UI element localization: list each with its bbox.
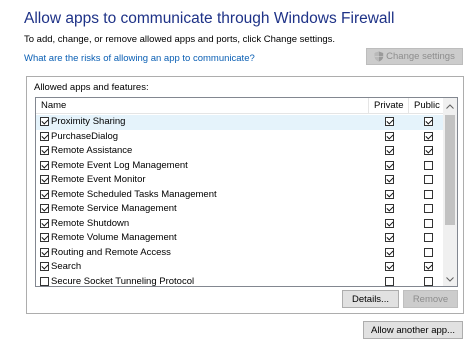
change-settings-label: Change settings — [386, 51, 455, 62]
allowed-apps-label: Allowed apps and features: — [34, 82, 149, 93]
public-checkbox[interactable] — [424, 218, 433, 228]
table-row[interactable]: Remote Event Log Management — [36, 159, 444, 174]
enabled-checkbox[interactable] — [40, 262, 49, 271]
allowed-apps-group: Allowed apps and features: Name Private … — [26, 76, 464, 314]
public-checkbox[interactable] — [424, 131, 433, 141]
table-row[interactable]: Remote Scheduled Tasks Management — [36, 188, 444, 203]
private-checkbox[interactable] — [385, 131, 394, 141]
column-header-private[interactable]: Private — [374, 98, 404, 114]
app-name: Remote Assistance — [51, 145, 133, 156]
public-checkbox[interactable] — [424, 189, 433, 199]
app-name: Remote Volume Management — [51, 232, 177, 243]
page-title: Allow apps to communicate through Window… — [24, 10, 395, 27]
app-name: Remote Shutdown — [51, 217, 130, 229]
enabled-checkbox[interactable] — [40, 117, 49, 126]
private-checkbox[interactable] — [385, 247, 394, 257]
remove-button[interactable]: Remove — [403, 290, 458, 308]
list-header: Name Private Public — [36, 98, 444, 114]
column-header-public[interactable]: Public — [414, 98, 440, 114]
vertical-scrollbar[interactable] — [443, 98, 457, 286]
page-description: To add, change, or remove allowed apps a… — [24, 34, 336, 45]
table-row[interactable]: Routing and Remote Access — [36, 246, 444, 261]
private-checkbox[interactable] — [385, 146, 394, 155]
enabled-checkbox[interactable] — [40, 189, 49, 199]
chevron-down-icon[interactable] — [443, 272, 457, 286]
app-name: Remote Scheduled Tasks Management — [51, 188, 217, 200]
enabled-checkbox[interactable] — [40, 247, 49, 257]
table-row[interactable]: Secure Socket Tunneling Protocol — [36, 275, 444, 287]
list-rows: Proximity Sharing PurchaseDialog Remote As… — [36, 115, 444, 287]
private-checkbox[interactable] — [385, 189, 394, 199]
app-name: Remote Event Log Management — [51, 159, 188, 171]
private-checkbox[interactable] — [385, 218, 394, 228]
private-checkbox[interactable] — [385, 204, 394, 213]
enabled-checkbox[interactable] — [40, 233, 49, 242]
column-divider[interactable] — [408, 98, 409, 114]
private-checkbox[interactable] — [385, 262, 394, 271]
enabled-checkbox[interactable] — [40, 218, 49, 228]
public-checkbox[interactable] — [424, 160, 433, 170]
change-settings-button[interactable]: Change settings — [366, 48, 463, 65]
table-row[interactable]: Remote Volume Management — [36, 231, 444, 246]
public-checkbox[interactable] — [424, 117, 433, 126]
risks-link[interactable]: What are the risks of allowing an app to… — [24, 53, 255, 64]
enabled-checkbox[interactable] — [40, 160, 49, 170]
app-name: Proximity Sharing — [51, 116, 126, 127]
public-checkbox[interactable] — [424, 204, 433, 213]
app-name: PurchaseDialog — [51, 130, 119, 142]
enabled-checkbox[interactable] — [40, 131, 49, 141]
enabled-checkbox[interactable] — [40, 175, 49, 184]
table-row[interactable]: PurchaseDialog — [36, 130, 444, 145]
public-checkbox[interactable] — [424, 262, 433, 271]
public-checkbox[interactable] — [424, 247, 433, 257]
column-divider[interactable] — [368, 98, 369, 114]
private-checkbox[interactable] — [385, 276, 394, 286]
app-name: Remote Service Management — [51, 203, 177, 214]
allowed-apps-list[interactable]: Name Private Public Proximity Sharing Pur… — [35, 97, 458, 287]
table-row[interactable]: Search — [36, 260, 444, 275]
details-button[interactable]: Details... — [342, 290, 399, 308]
table-row[interactable]: Remote Shutdown — [36, 217, 444, 232]
app-name: Routing and Remote Access — [51, 246, 171, 258]
private-checkbox[interactable] — [385, 160, 394, 170]
private-checkbox[interactable] — [385, 175, 394, 184]
table-row[interactable]: Proximity Sharing — [36, 115, 444, 130]
allow-another-app-button[interactable]: Allow another app... — [363, 321, 463, 339]
scrollbar-thumb[interactable] — [445, 115, 455, 225]
private-checkbox[interactable] — [385, 117, 394, 126]
enabled-checkbox[interactable] — [40, 276, 49, 286]
public-checkbox[interactable] — [424, 233, 433, 242]
uac-shield-icon — [374, 51, 384, 62]
table-row[interactable]: Remote Event Monitor — [36, 173, 444, 188]
public-checkbox[interactable] — [424, 276, 433, 286]
chevron-up-icon[interactable] — [443, 99, 457, 113]
enabled-checkbox[interactable] — [40, 204, 49, 213]
enabled-checkbox[interactable] — [40, 146, 49, 155]
table-row[interactable]: Remote Service Management — [36, 202, 444, 217]
app-name: Secure Socket Tunneling Protocol — [51, 275, 195, 287]
app-name: Remote Event Monitor — [51, 174, 146, 185]
app-name: Search — [51, 261, 82, 272]
table-row[interactable]: Remote Assistance — [36, 144, 444, 159]
column-header-name[interactable]: Name — [41, 98, 66, 114]
private-checkbox[interactable] — [385, 233, 394, 242]
public-checkbox[interactable] — [424, 175, 433, 184]
public-checkbox[interactable] — [424, 146, 433, 155]
